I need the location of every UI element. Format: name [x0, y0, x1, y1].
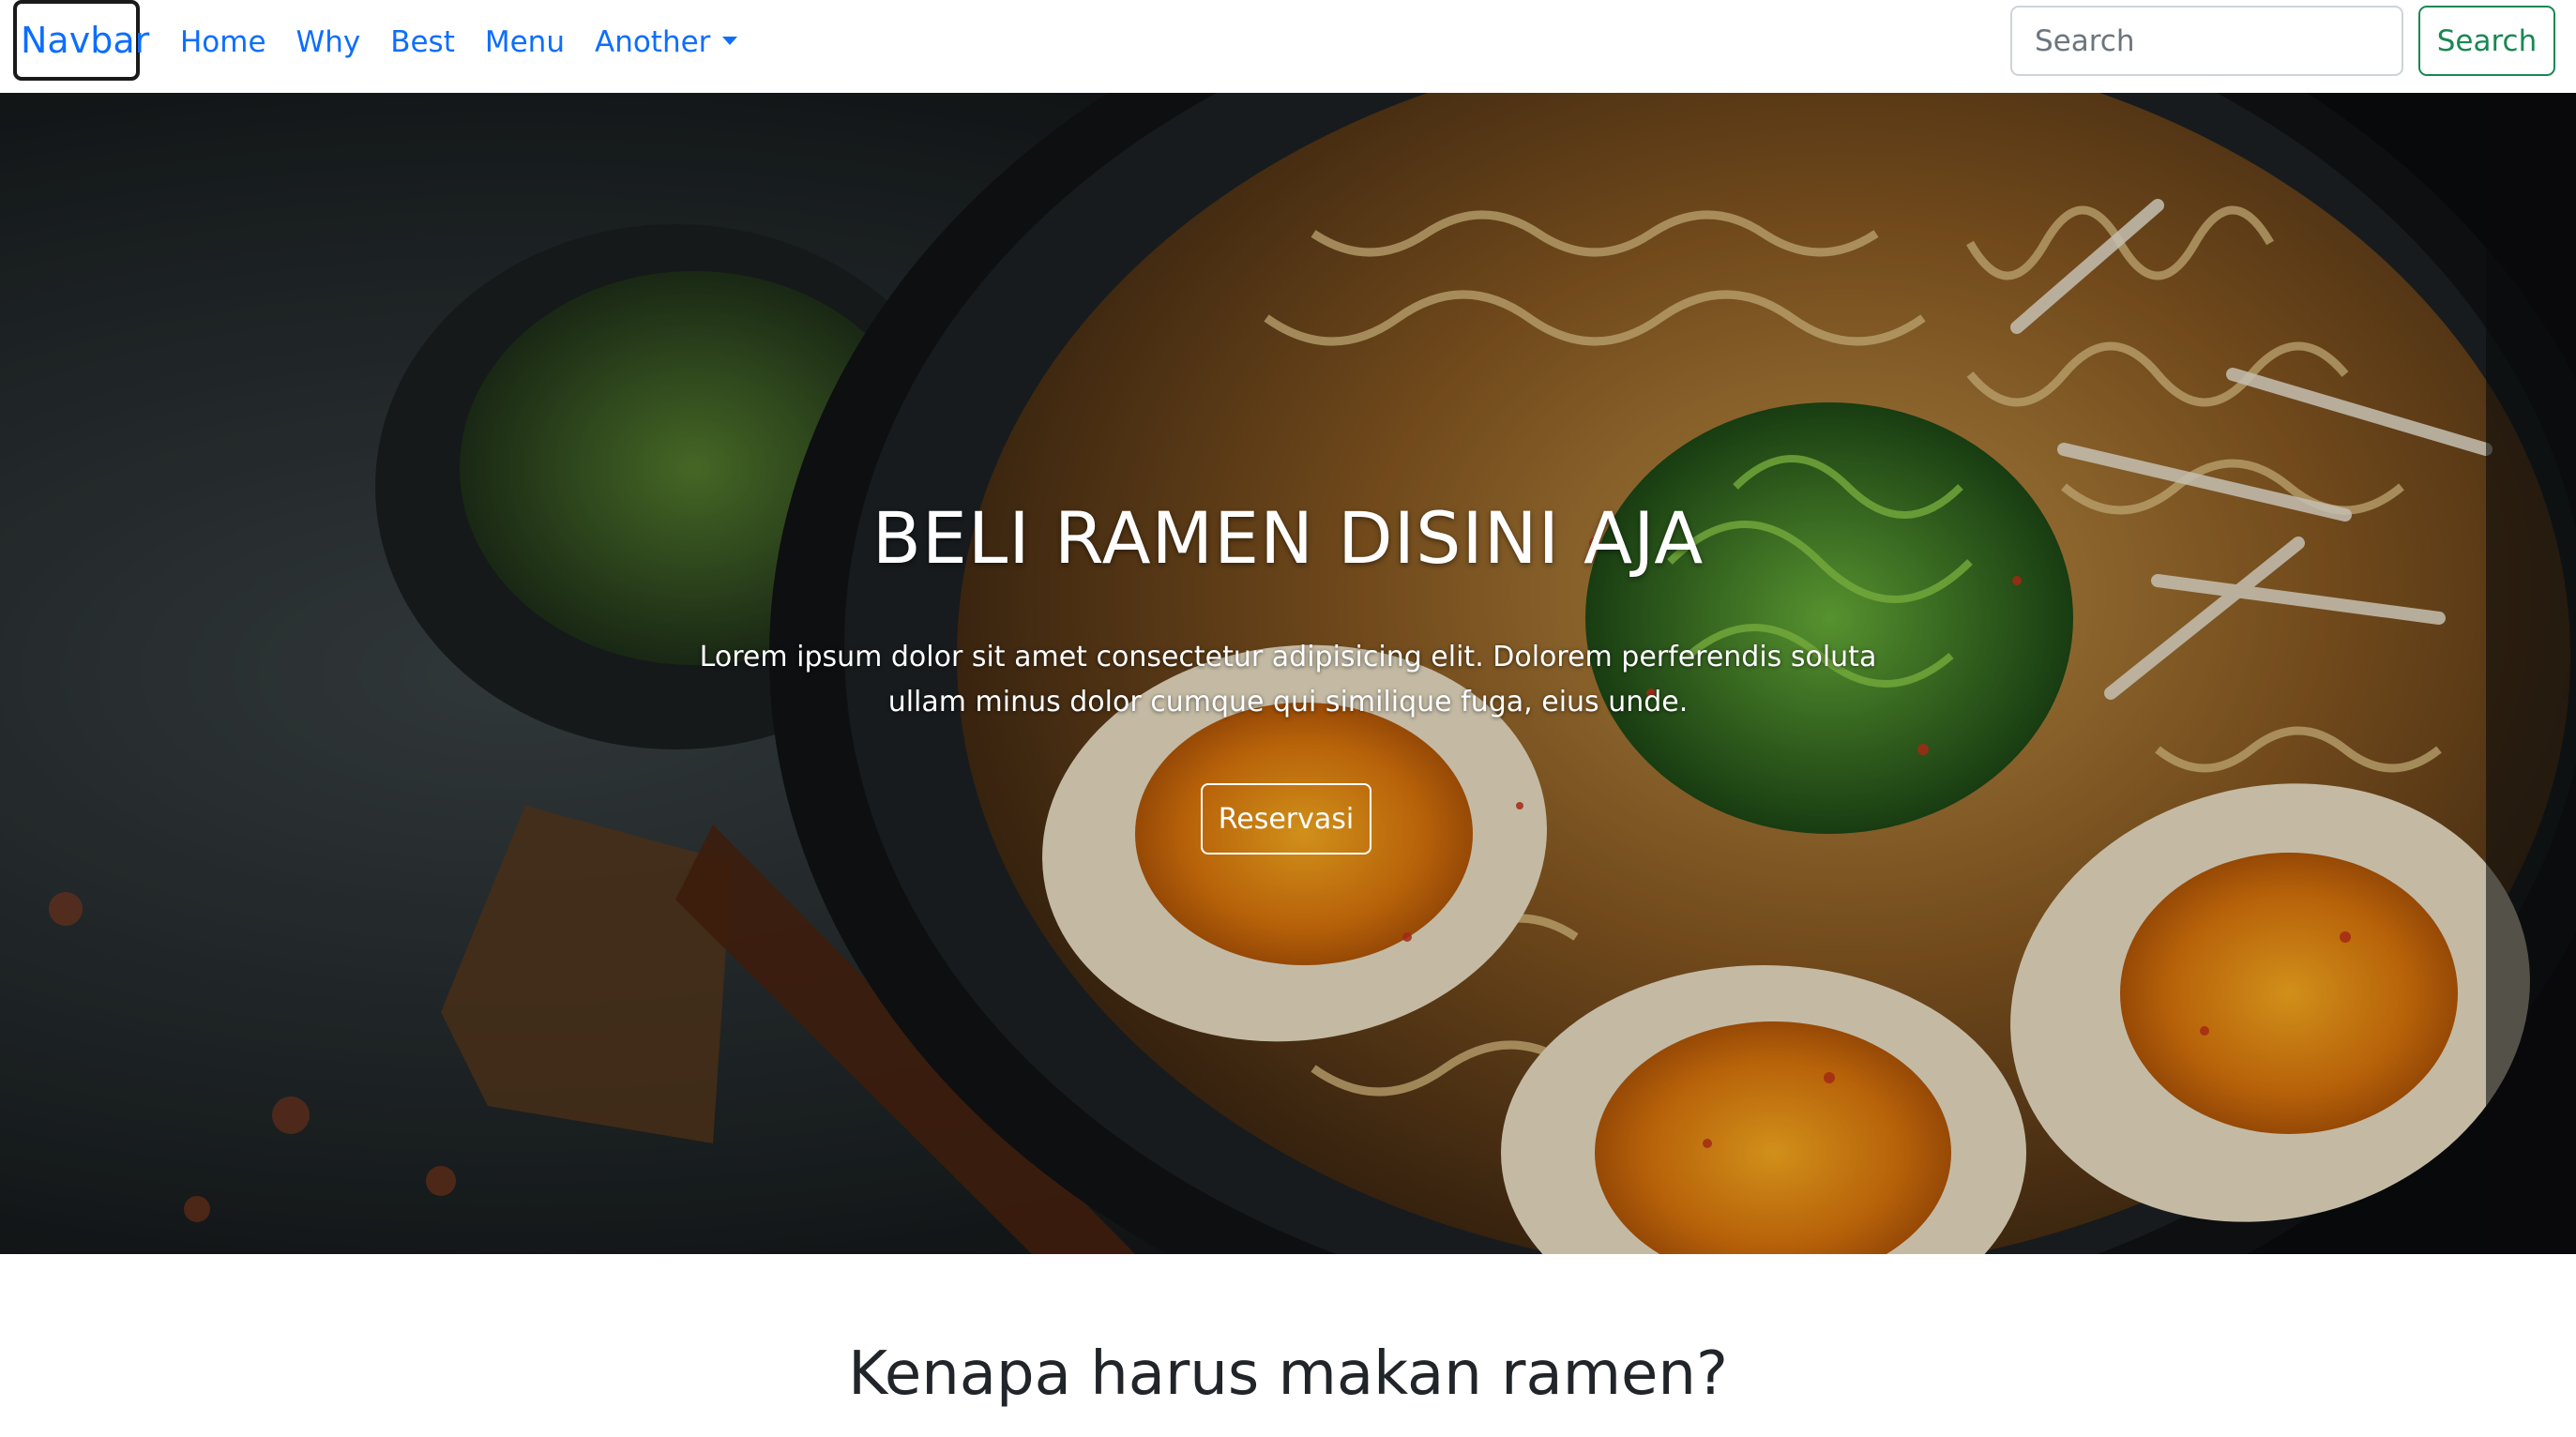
hero-title: BELI RAMEN DISINI AJA [871, 496, 1705, 580]
search-input[interactable] [2010, 6, 2403, 76]
search-button[interactable]: Search [2418, 6, 2555, 76]
navbar: Navbar Home Why Best Menu Another Search [0, 0, 2576, 93]
caret-down-icon [722, 36, 738, 45]
nav-link-home[interactable]: Home [180, 25, 266, 59]
nav-link-menu[interactable]: Menu [485, 25, 565, 59]
nav-link-why[interactable]: Why [296, 25, 361, 59]
nav-link-best[interactable]: Best [390, 25, 455, 59]
nav-dropdown-another[interactable]: Another [594, 25, 738, 59]
hero-description: Lorem ipsum dolor sit amet consectetur a… [699, 641, 1877, 718]
nav-dropdown-label: Another [594, 25, 711, 59]
hero-section: BELI RAMEN DISINI AJA Lorem ipsum dolor … [0, 93, 2576, 1254]
navbar-brand[interactable]: Navbar [13, 0, 149, 81]
why-section-title: Kenapa harus makan ramen? [848, 1339, 1728, 1409]
nav-links: Home Why Best Menu Another [165, 0, 752, 84]
reservasi-button[interactable]: Reservasi [1201, 783, 1371, 855]
